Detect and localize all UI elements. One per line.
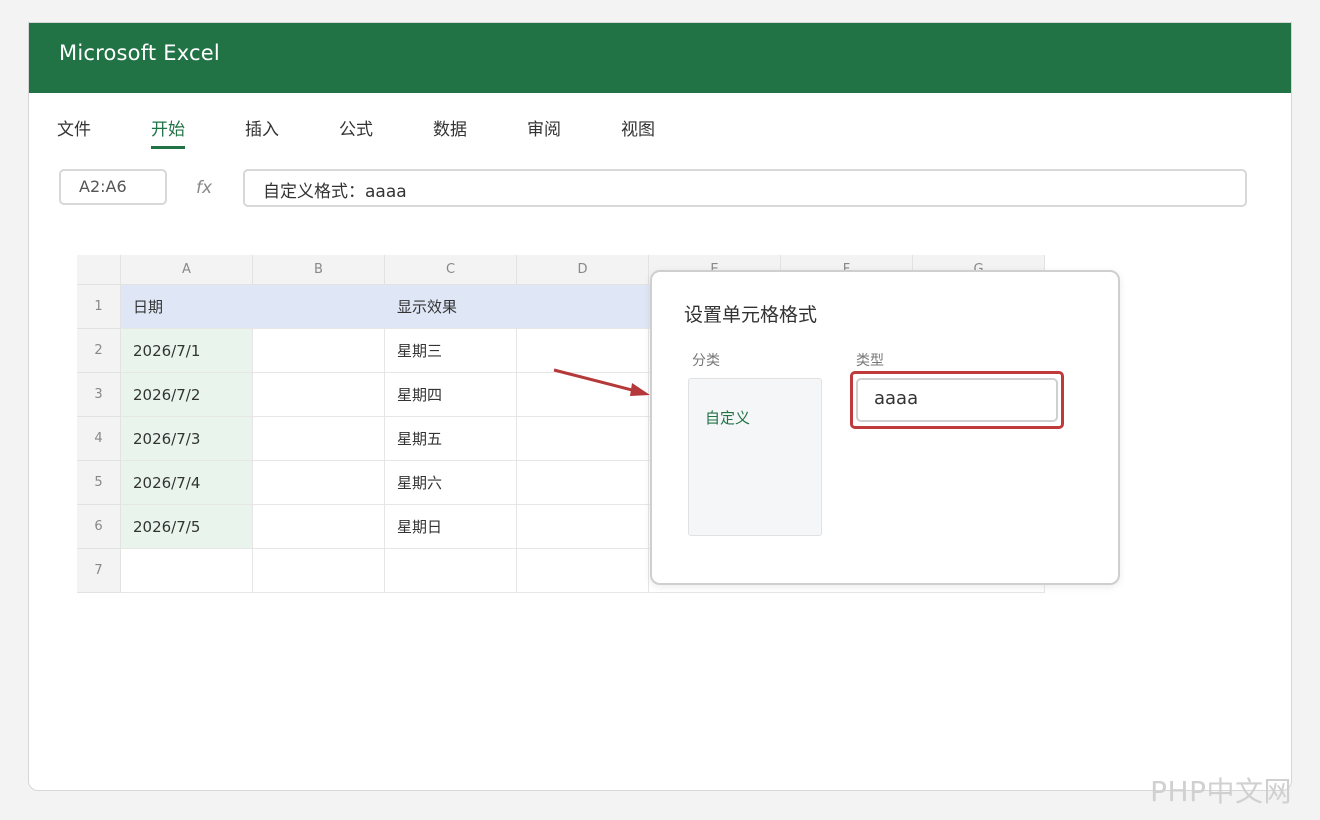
- row-header-3[interactable]: 3: [77, 373, 121, 417]
- cell-a3[interactable]: 2026/7/2: [121, 373, 253, 417]
- cell-a4[interactable]: 2026/7/3: [121, 417, 253, 461]
- row-header-4[interactable]: 4: [77, 417, 121, 461]
- type-label: 类型: [856, 353, 884, 369]
- cell-c1[interactable]: 显示效果: [385, 285, 649, 329]
- cell-c3[interactable]: 星期四: [385, 373, 517, 417]
- title-bar: Microsoft Excel: [29, 23, 1291, 93]
- cell-b5[interactable]: [253, 461, 385, 505]
- name-box[interactable]: A2:A6: [59, 169, 167, 205]
- tab-data[interactable]: 数据: [433, 115, 467, 146]
- cell-b2[interactable]: [253, 329, 385, 373]
- annotation-arrow-icon: [553, 368, 650, 396]
- column-header-d[interactable]: D: [517, 255, 649, 285]
- grid-corner[interactable]: [77, 255, 121, 285]
- cell-d6[interactable]: [517, 505, 649, 549]
- cell-c4[interactable]: 星期五: [385, 417, 517, 461]
- column-header-c[interactable]: C: [385, 255, 517, 285]
- cell-b4[interactable]: [253, 417, 385, 461]
- dialog-title: 设置单元格格式: [684, 304, 818, 326]
- formula-input[interactable]: 自定义格式：aaaa: [243, 169, 1247, 207]
- tab-insert[interactable]: 插入: [245, 115, 279, 146]
- row-header-5[interactable]: 5: [77, 461, 121, 505]
- category-item-custom[interactable]: 自定义: [705, 407, 750, 428]
- row-header-1[interactable]: 1: [77, 285, 121, 329]
- cell-d5[interactable]: [517, 461, 649, 505]
- row-header-6[interactable]: 6: [77, 505, 121, 549]
- cell-b6[interactable]: [253, 505, 385, 549]
- column-header-b[interactable]: B: [253, 255, 385, 285]
- ribbon-tabs: 文件 开始 插入 公式 数据 审阅 视图: [29, 93, 1291, 153]
- category-list: 自定义: [688, 378, 822, 536]
- category-label: 分类: [692, 353, 720, 369]
- app-title: Microsoft Excel: [59, 41, 220, 65]
- cell-a5[interactable]: 2026/7/4: [121, 461, 253, 505]
- tab-file[interactable]: 文件: [57, 115, 91, 146]
- tab-view[interactable]: 视图: [621, 115, 655, 146]
- cell-a6[interactable]: 2026/7/5: [121, 505, 253, 549]
- cell-c2[interactable]: 星期三: [385, 329, 517, 373]
- cell-b7[interactable]: [253, 549, 385, 593]
- cell-a1[interactable]: 日期: [121, 285, 385, 329]
- cell-b3[interactable]: [253, 373, 385, 417]
- row-header-7[interactable]: 7: [77, 549, 121, 593]
- tab-home[interactable]: 开始: [151, 115, 185, 149]
- type-input[interactable]: aaaa: [856, 378, 1058, 422]
- format-cells-dialog: 设置单元格格式 分类 类型 自定义 aaaa: [650, 270, 1120, 585]
- cell-d4[interactable]: [517, 417, 649, 461]
- cell-c5[interactable]: 星期六: [385, 461, 517, 505]
- watermark: PHP中文网: [1150, 775, 1292, 808]
- cell-c7[interactable]: [385, 549, 517, 593]
- cell-c6[interactable]: 星期日: [385, 505, 517, 549]
- cell-a7[interactable]: [121, 549, 253, 593]
- tab-review[interactable]: 审阅: [527, 115, 561, 146]
- row-header-2[interactable]: 2: [77, 329, 121, 373]
- tab-formulas[interactable]: 公式: [339, 115, 373, 146]
- fx-icon: fx: [196, 178, 213, 198]
- column-header-a[interactable]: A: [121, 255, 253, 285]
- cell-a2[interactable]: 2026/7/1: [121, 329, 253, 373]
- cell-d7[interactable]: [517, 549, 649, 593]
